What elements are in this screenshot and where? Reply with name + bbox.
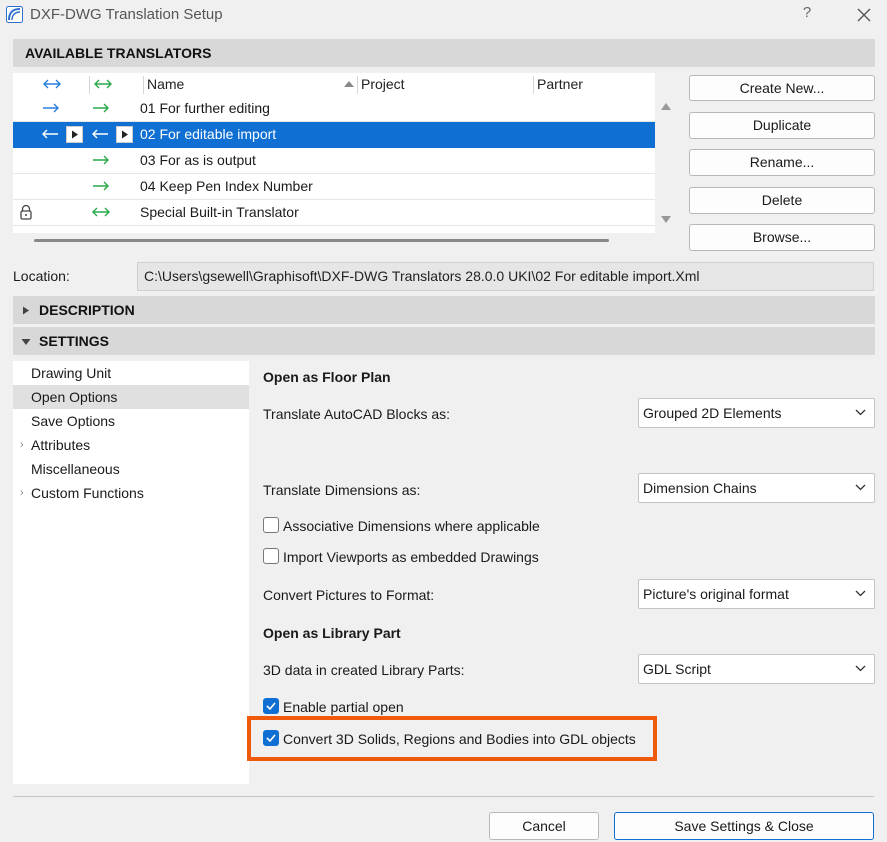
data3d-dropdown[interactable]: GDL Script: [638, 654, 875, 684]
create-new-button[interactable]: Create New...: [689, 75, 875, 101]
blocks-label: Translate AutoCAD Blocks as:: [263, 406, 451, 422]
import-viewports-label: Import Viewports as embedded Drawings: [283, 549, 539, 565]
data3d-value: GDL Script: [643, 661, 711, 677]
chevron-right-icon[interactable]: ›: [20, 481, 24, 505]
nav-label: Miscellaneous: [31, 461, 120, 477]
bidirectional-arrow-icon: [94, 79, 112, 89]
chevron-down-icon: [855, 665, 866, 672]
delete-button[interactable]: Delete: [689, 187, 875, 214]
settings-header[interactable]: SETTINGS: [13, 327, 875, 355]
translator-name: 04 Keep Pen Index Number: [140, 178, 313, 194]
location-path-field: C:\Users\gsewell\Graphisoft\DXF-DWG Tran…: [137, 262, 874, 291]
partial-open-checkbox[interactable]: [263, 698, 279, 714]
translator-name: 02 For editable import: [140, 126, 277, 142]
column-header-partner[interactable]: Partner: [537, 73, 583, 95]
partial-open-label: Enable partial open: [283, 699, 404, 715]
nav-label: Drawing Unit: [31, 365, 112, 381]
data3d-label: 3D data in created Library Parts:: [263, 662, 465, 678]
pictures-dropdown[interactable]: Picture's original format: [638, 579, 875, 609]
duplicate-button[interactable]: Duplicate: [689, 112, 875, 139]
collapse-triangle-icon[interactable]: [21, 338, 31, 346]
nav-label: Open Options: [31, 389, 118, 405]
dimensions-label: Translate Dimensions as:: [263, 482, 421, 498]
expand-triangle-icon[interactable]: [22, 306, 30, 315]
import-viewports-checkbox[interactable]: [263, 548, 279, 564]
chevron-right-icon[interactable]: ›: [20, 433, 24, 457]
save-settings-close-button[interactable]: Save Settings & Close: [614, 812, 874, 840]
app-icon: [6, 6, 23, 23]
export-arrow-icon: [89, 148, 115, 173]
nav-item-miscellaneous[interactable]: Miscellaneous: [13, 457, 249, 481]
nav-label: Attributes: [31, 437, 91, 453]
help-button[interactable]: ?: [797, 4, 817, 26]
scroll-up-icon[interactable]: [659, 100, 673, 112]
translator-row[interactable]: 01 For further editing: [13, 96, 655, 122]
dimensions-dropdown[interactable]: Dimension Chains: [638, 473, 875, 503]
translator-row[interactable]: Special Built-in Translator: [13, 200, 655, 226]
scroll-down-icon[interactable]: [659, 214, 673, 226]
nav-item-custom-functions[interactable]: › Custom Functions: [13, 481, 249, 505]
nav-item-drawing-unit[interactable]: Drawing Unit: [13, 361, 249, 385]
available-translators-header: AVAILABLE TRANSLATORS: [13, 39, 875, 67]
cancel-button[interactable]: Cancel: [489, 812, 599, 840]
close-icon[interactable]: [851, 2, 877, 28]
lock-icon: [15, 200, 41, 225]
column-header-project[interactable]: Project: [361, 73, 405, 95]
pictures-value: Picture's original format: [643, 586, 789, 602]
blocks-dropdown[interactable]: Grouped 2D Elements: [638, 398, 875, 428]
export-arrow-icon: [89, 174, 115, 199]
nav-item-save-options[interactable]: Save Options: [13, 409, 249, 433]
nav-item-open-options[interactable]: Open Options: [13, 385, 249, 409]
translator-row-selected[interactable]: 02 For editable import: [13, 122, 655, 148]
translator-name: 03 For as is output: [140, 152, 256, 168]
open-library-part-title: Open as Library Part: [263, 625, 401, 641]
chevron-down-icon: [855, 484, 866, 491]
window-title: DXF-DWG Translation Setup: [30, 6, 223, 23]
horizontal-scrollbar[interactable]: [34, 239, 609, 242]
column-header-name[interactable]: Name: [147, 73, 184, 95]
bidirectional-arrow-icon: [43, 79, 61, 89]
footer-divider: [13, 796, 874, 797]
assoc-dimensions-checkbox[interactable]: [263, 517, 279, 533]
checkmark-icon: [266, 702, 276, 711]
sort-ascending-icon[interactable]: [343, 80, 355, 88]
description-header[interactable]: DESCRIPTION: [13, 296, 875, 324]
browse-button[interactable]: Browse...: [689, 224, 875, 251]
nav-label: Custom Functions: [31, 485, 144, 501]
import-arrow-icon: [88, 122, 114, 147]
bidirectional-arrow-icon: [89, 200, 115, 225]
play-icon[interactable]: [116, 126, 133, 143]
translator-name: Special Built-in Translator: [140, 204, 299, 220]
location-label: Location:: [13, 268, 70, 284]
rename-button[interactable]: Rename...: [689, 149, 875, 176]
open-floor-plan-title: Open as Floor Plan: [263, 369, 391, 385]
settings-title: SETTINGS: [39, 333, 110, 349]
export-arrow-icon: [89, 96, 115, 121]
assoc-dimensions-label: Associative Dimensions where applicable: [283, 518, 540, 534]
translator-row[interactable]: 03 For as is output: [13, 148, 655, 174]
import-arrow-icon: [38, 122, 64, 147]
nav-label: Save Options: [31, 413, 116, 429]
pictures-label: Convert Pictures to Format:: [263, 587, 435, 603]
title-bar: DXF-DWG Translation Setup ?: [0, 0, 887, 30]
description-title: DESCRIPTION: [39, 302, 135, 318]
translator-row[interactable]: 04 Keep Pen Index Number: [13, 174, 655, 200]
translator-name: 01 For further editing: [140, 100, 270, 116]
blocks-value: Grouped 2D Elements: [643, 405, 782, 421]
dimensions-value: Dimension Chains: [643, 480, 757, 496]
settings-nav: Drawing Unit Open Options Save Options ›…: [13, 361, 249, 784]
export-arrow-icon: [39, 96, 65, 121]
highlight-annotation-box: [247, 716, 657, 761]
chevron-down-icon: [855, 409, 866, 416]
nav-item-attributes[interactable]: › Attributes: [13, 433, 249, 457]
chevron-down-icon: [855, 590, 866, 597]
play-icon[interactable]: [66, 126, 83, 143]
translators-list[interactable]: Name Project Partner 01 For further edit…: [13, 73, 655, 233]
